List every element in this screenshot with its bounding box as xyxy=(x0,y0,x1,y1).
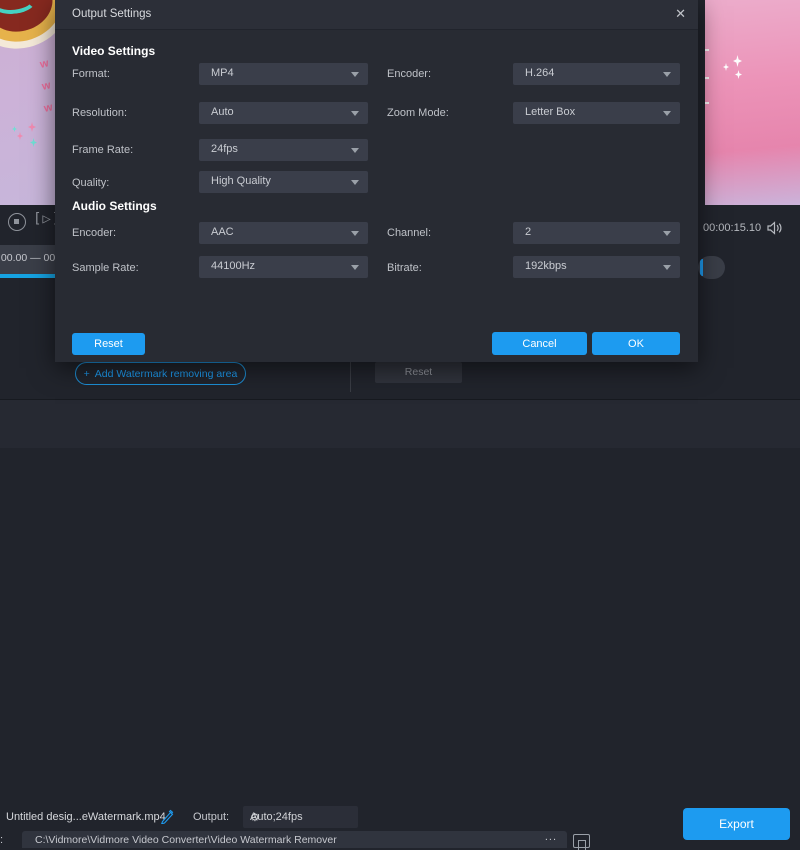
chevron-down-icon xyxy=(351,148,359,153)
time-range-text: :00.00 — 00 xyxy=(0,252,55,264)
frame-rate-dropdown[interactable]: 24fps xyxy=(199,139,368,161)
open-folder-icon[interactable] xyxy=(573,834,590,848)
cancel-button[interactable]: Cancel xyxy=(492,332,587,355)
scribble-graphic: w xyxy=(43,101,54,115)
quality-label: Quality: xyxy=(72,177,109,189)
scribble-graphic: w xyxy=(39,57,50,71)
audio-encoder-dropdown[interactable]: AAC xyxy=(199,222,368,244)
sparkle-icon xyxy=(735,70,742,79)
output-profile-field[interactable]: Auto;24fps ⚙ xyxy=(243,806,358,828)
chevron-down-icon xyxy=(351,265,359,270)
resolution-label: Resolution: xyxy=(72,107,127,119)
scribble-graphic: w xyxy=(41,79,52,93)
divider xyxy=(350,362,351,392)
resolution-dropdown[interactable]: Auto xyxy=(199,102,368,124)
workspace-reset-button[interactable]: Reset xyxy=(375,362,462,383)
chevron-down-icon xyxy=(663,231,671,236)
encoder-dropdown[interactable]: H.264 xyxy=(513,63,680,85)
dialog-header: Output Settings ✕ xyxy=(55,0,698,30)
cut-text-graphic xyxy=(705,95,709,104)
save-to-label-fragment: : xyxy=(0,834,3,846)
chevron-down-icon xyxy=(663,72,671,77)
channel-label: Channel: xyxy=(387,227,431,239)
sparkle-icon xyxy=(723,63,729,71)
sparkle-icon xyxy=(30,138,37,147)
gear-icon[interactable]: ⚙ xyxy=(250,811,354,824)
sparkle-icon xyxy=(28,122,36,132)
format-label: Format: xyxy=(72,68,110,80)
video-preview-right xyxy=(705,0,800,205)
add-watermark-area-button[interactable]: + Add Watermark removing area xyxy=(75,362,246,385)
close-icon[interactable]: ✕ xyxy=(675,6,686,22)
chevron-down-icon xyxy=(351,111,359,116)
dialog-title: Output Settings xyxy=(72,8,151,20)
sample-rate-dropdown[interactable]: 44100Hz xyxy=(199,256,368,278)
bitrate-label: Bitrate: xyxy=(387,262,422,274)
video-preview-left: w w w xyxy=(0,0,55,205)
cut-text-graphic xyxy=(705,42,709,51)
save-path-value: C:\Vidmore\Vidmore Video Converter\Video… xyxy=(35,834,337,846)
audio-encoder-label: Encoder: xyxy=(72,227,116,239)
browse-button[interactable]: ... xyxy=(545,831,557,843)
speaker-icon[interactable] xyxy=(767,221,783,235)
export-button[interactable]: Export xyxy=(683,808,790,840)
zoom-mode-label: Zoom Mode: xyxy=(387,107,449,119)
chevron-down-icon xyxy=(663,265,671,270)
donut-graphic xyxy=(0,0,55,61)
ok-button[interactable]: OK xyxy=(592,332,680,355)
save-path-field[interactable]: C:\Vidmore\Vidmore Video Converter\Video… xyxy=(22,831,567,848)
chevron-down-icon xyxy=(351,231,359,236)
chevron-down-icon xyxy=(351,180,359,185)
add-watermark-area-label: Add Watermark removing area xyxy=(95,368,238,380)
cut-text-graphic xyxy=(705,70,709,79)
zoom-mode-dropdown[interactable]: Letter Box xyxy=(513,102,680,124)
channel-dropdown[interactable]: 2 xyxy=(513,222,680,244)
filename-label: Untitled desig...eWatermark.mp4 xyxy=(6,811,166,823)
chevron-down-icon xyxy=(351,72,359,77)
sparkle-icon xyxy=(733,55,742,67)
bitrate-dropdown[interactable]: 192kbps xyxy=(513,256,680,278)
sample-rate-label: Sample Rate: xyxy=(72,262,139,274)
stop-button[interactable] xyxy=(8,213,26,231)
chevron-down-icon xyxy=(663,111,671,116)
reset-button[interactable]: Reset xyxy=(72,333,145,355)
output-label: Output: xyxy=(193,811,229,823)
timeline-handle[interactable] xyxy=(698,256,725,279)
sparkle-icon xyxy=(17,132,23,140)
audio-settings-heading: Audio Settings xyxy=(72,199,157,213)
frame-rate-label: Frame Rate: xyxy=(72,144,133,156)
encoder-label: Encoder: xyxy=(387,68,431,80)
video-settings-heading: Video Settings xyxy=(72,44,155,58)
timeline-time-range[interactable]: :00.00 — 00 xyxy=(0,245,55,274)
edit-filename-icon[interactable] xyxy=(160,809,175,824)
quality-dropdown[interactable]: High Quality xyxy=(199,171,368,193)
bottom-bar: Untitled desig...eWatermark.mp4 Output: … xyxy=(0,399,800,448)
duration-label: 00:00:15.10 xyxy=(703,222,761,234)
sparkle-icon xyxy=(12,126,17,132)
plus-icon: + xyxy=(84,368,90,380)
timeline-progress[interactable] xyxy=(0,274,55,278)
output-settings-dialog: Output Settings ✕ Video Settings Format:… xyxy=(55,0,698,362)
format-dropdown[interactable]: MP4 xyxy=(199,63,368,85)
